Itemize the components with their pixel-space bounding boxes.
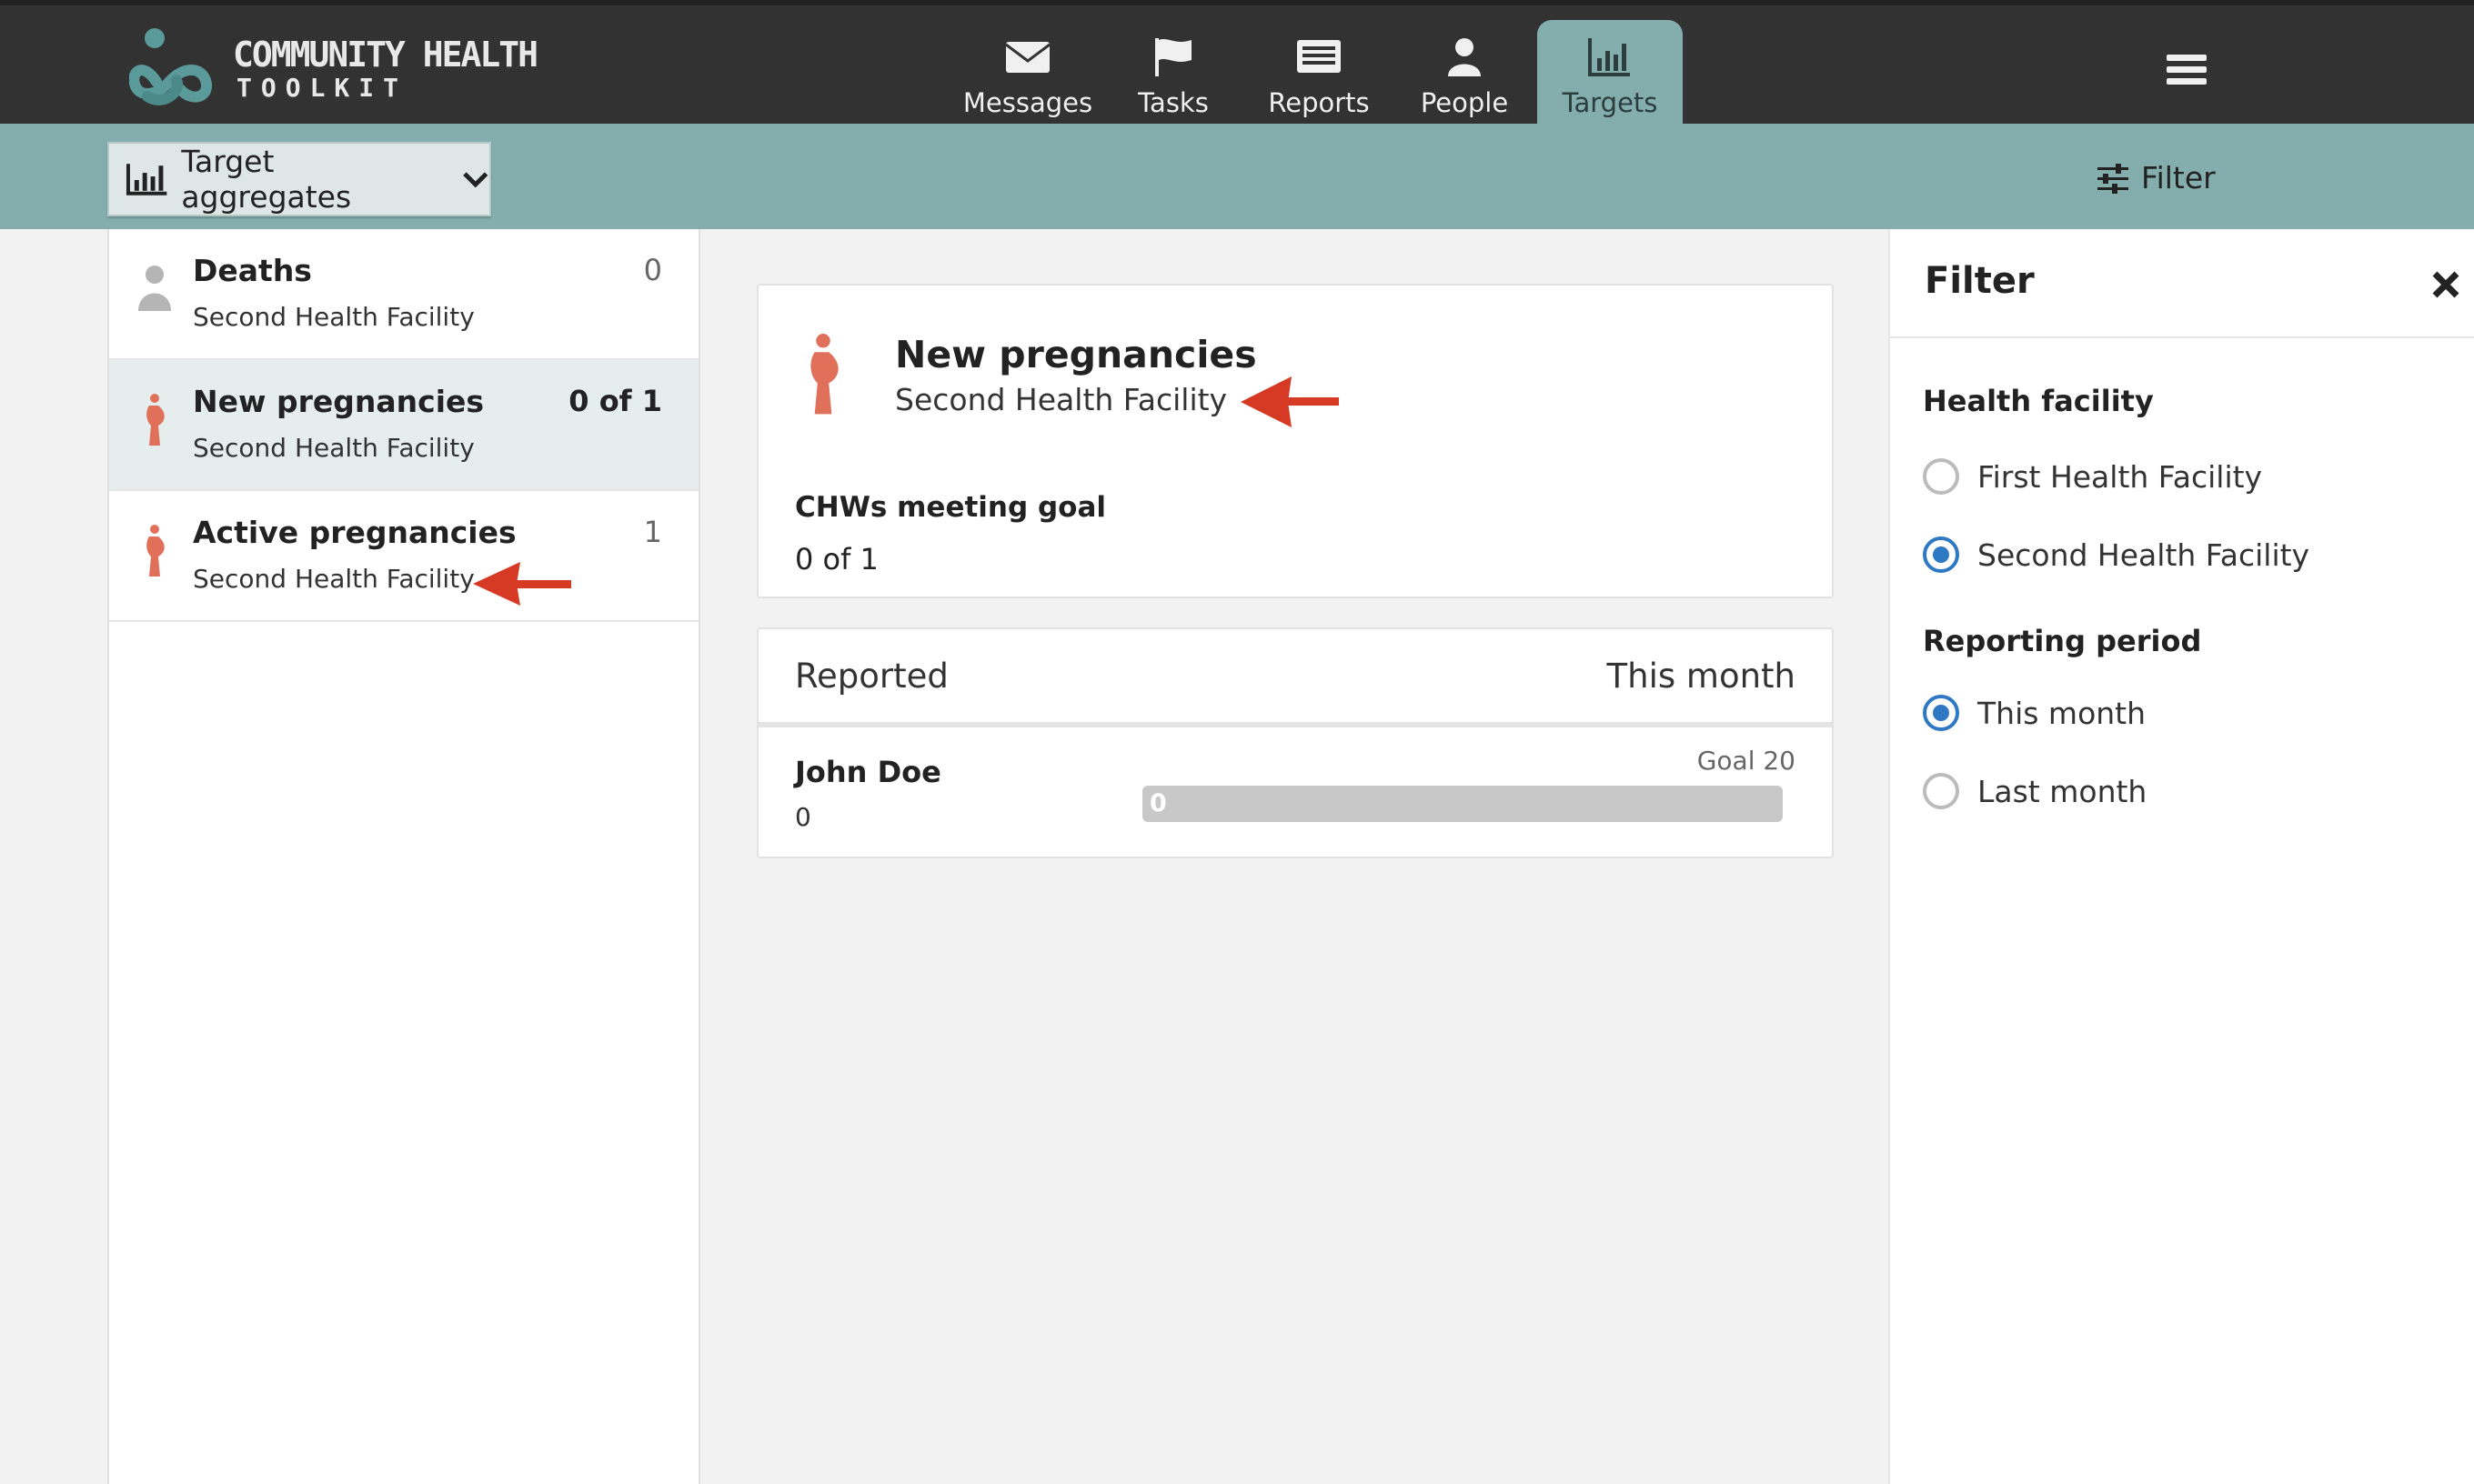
nav-targets[interactable]: Targets xyxy=(1537,20,1683,129)
radio-label: This month xyxy=(1977,695,2147,731)
bar-chart-icon xyxy=(126,164,167,196)
nav-messages[interactable]: Messages xyxy=(955,20,1101,129)
targets-list: Deaths Second Health Facility 0 New preg… xyxy=(107,229,700,1484)
flag-icon xyxy=(1155,38,1192,76)
target-aggregates-dropdown[interactable]: Target aggregates xyxy=(107,142,491,216)
nav-people-label: People xyxy=(1420,87,1509,118)
progress-label: 0 xyxy=(1150,789,1167,817)
filter-panel-header: Filter xyxy=(1890,229,2474,338)
radio-label: Last month xyxy=(1977,773,2147,809)
annotation-arrow-icon xyxy=(1241,376,1339,427)
pregnancy-icon xyxy=(146,525,165,577)
nav-tasks[interactable]: Tasks xyxy=(1101,20,1246,129)
list-item-title: Active pregnancies xyxy=(193,515,517,550)
person-icon xyxy=(1448,38,1481,76)
target-summary-card: New pregnancies Second Health Facility C… xyxy=(757,284,1834,598)
filter-panel-title: Filter xyxy=(1925,260,2035,302)
chw-name: John Doe xyxy=(795,755,941,789)
filter-button[interactable]: Filter xyxy=(2096,160,2216,196)
goal-label: CHWs meeting goal xyxy=(795,491,1107,524)
radio-button[interactable] xyxy=(1923,773,1959,809)
list-item-deaths[interactable]: Deaths Second Health Facility 0 xyxy=(109,229,699,360)
list-item-new-pregnancies[interactable]: New pregnancies Second Health Facility 0… xyxy=(109,360,699,491)
nav-tasks-label: Tasks xyxy=(1138,87,1209,118)
menu-icon[interactable] xyxy=(2167,55,2207,87)
reporting-period-label: Reporting period xyxy=(1923,624,2202,658)
facility-name: Second Health Facility xyxy=(895,382,1228,417)
nav-people[interactable]: People xyxy=(1392,20,1537,129)
list-item-count: 1 xyxy=(643,515,662,549)
goal-value: 0 of 1 xyxy=(795,542,879,577)
radio-first-health-facility[interactable]: First Health Facility xyxy=(1923,458,2262,495)
health-facility-label: Health facility xyxy=(1923,384,2154,418)
logo-line-1: COMMUNITY HEALTH xyxy=(233,35,538,75)
person-icon xyxy=(138,266,171,311)
list-item-count: 0 of 1 xyxy=(568,384,662,418)
radio-label: First Health Facility xyxy=(1977,458,2263,495)
sliders-icon xyxy=(2097,163,2128,194)
nav-reports[interactable]: Reports xyxy=(1246,20,1392,129)
logo-icon xyxy=(129,28,213,105)
toolbar: Target aggregates Filter xyxy=(0,124,2474,229)
radio-last-month[interactable]: Last month xyxy=(1923,773,2147,809)
chw-goal: Goal 20 xyxy=(1696,746,1795,776)
main-nav: Messages Tasks Reports People Targets xyxy=(955,15,1683,129)
bar-chart-icon xyxy=(1588,38,1630,76)
logo-text: COMMUNITY HEALTH TOOLKIT xyxy=(233,35,538,103)
list-item-count: 0 xyxy=(643,253,662,287)
chevron-down-icon xyxy=(463,172,488,188)
radio-label: Second Health Facility xyxy=(1977,536,2310,573)
radio-button[interactable] xyxy=(1923,536,1959,573)
filter-panel: Filter Health facility First Health Faci… xyxy=(1888,229,2474,1484)
close-icon[interactable] xyxy=(2430,269,2461,300)
cht-logo[interactable]: COMMUNITY HEALTH TOOLKIT xyxy=(129,25,538,113)
page-title: New pregnancies xyxy=(895,333,1257,376)
envelope-icon xyxy=(1005,42,1051,73)
list-item-facility: Second Health Facility xyxy=(193,302,475,332)
radio-button[interactable] xyxy=(1923,458,1959,495)
nav-targets-label: Targets xyxy=(1562,87,1658,118)
nav-reports-label: Reports xyxy=(1268,87,1370,118)
radio-this-month[interactable]: This month xyxy=(1923,695,2146,731)
list-item-facility: Second Health Facility xyxy=(193,564,475,594)
reported-table-card: Reported This month John Doe 0 Goal 20 0 xyxy=(757,627,1834,858)
table-header: Reported This month xyxy=(759,629,1832,727)
list-item-title: New pregnancies xyxy=(193,384,485,419)
list-item-facility: Second Health Facility xyxy=(193,433,475,463)
logo-line-2: TOOLKIT xyxy=(236,73,408,103)
pregnancy-icon xyxy=(810,334,839,415)
app-header: COMMUNITY HEALTH TOOLKIT Messages Tasks xyxy=(0,0,2474,129)
nav-messages-label: Messages xyxy=(962,87,1093,118)
list-item-active-pregnancies[interactable]: Active pregnancies Second Health Facilit… xyxy=(109,491,699,622)
pregnancy-icon xyxy=(146,394,165,446)
target-aggregates-label: Target aggregates xyxy=(181,144,352,215)
list-icon xyxy=(1297,40,1341,73)
annotation-arrow-icon xyxy=(473,562,571,606)
radio-button[interactable] xyxy=(1923,695,1959,731)
filter-label: Filter xyxy=(2141,160,2216,196)
table-header-period: This month xyxy=(1606,657,1795,696)
table-header-reported: Reported xyxy=(795,657,949,696)
list-item-title: Deaths xyxy=(193,253,312,288)
chw-value: 0 xyxy=(795,802,811,832)
radio-second-health-facility[interactable]: Second Health Facility xyxy=(1923,536,2309,573)
progress-bar: 0 xyxy=(1142,786,1783,822)
